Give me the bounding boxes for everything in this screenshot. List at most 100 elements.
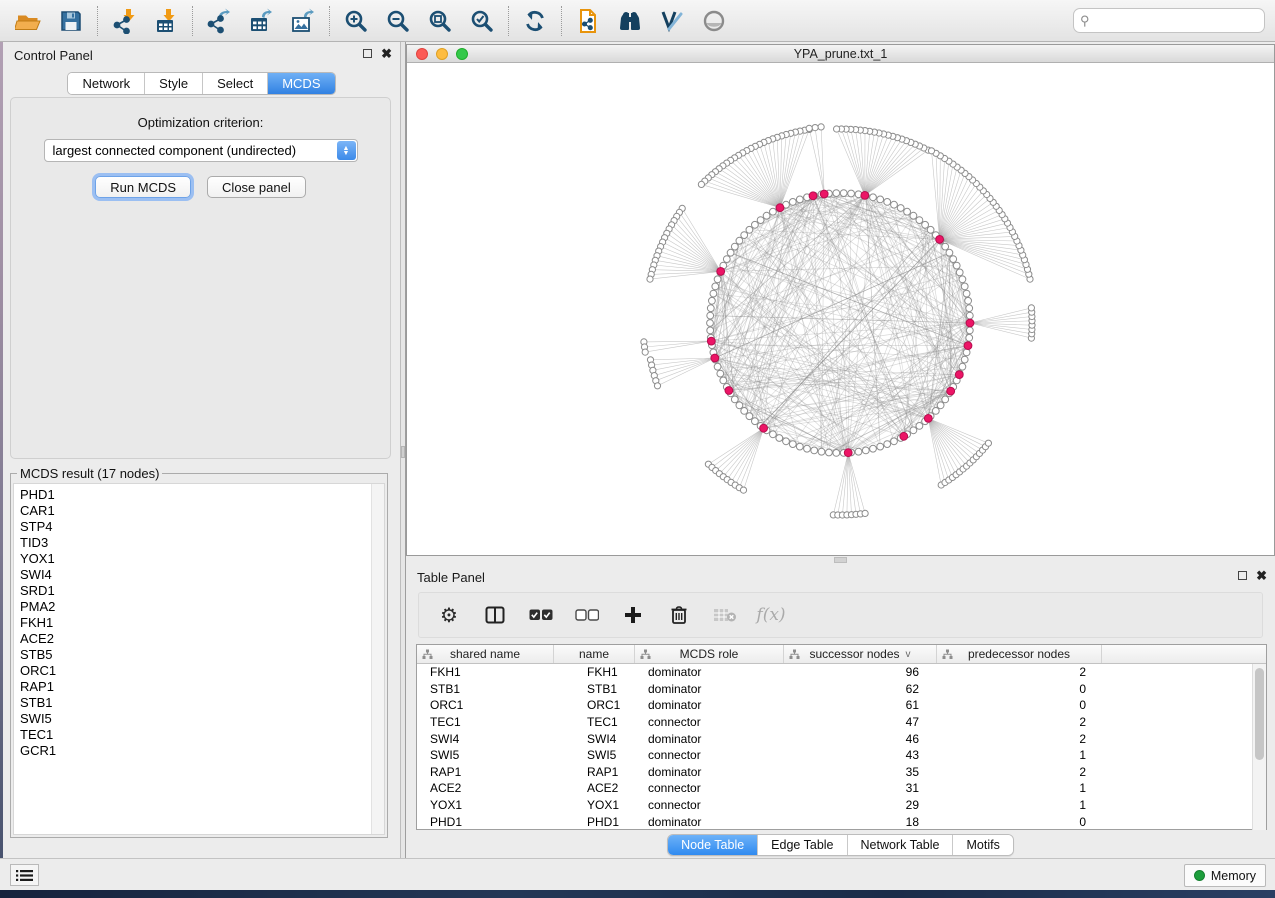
graph-node[interactable] — [891, 438, 898, 445]
minimize-window-icon[interactable] — [436, 48, 448, 60]
graph-leaf-node[interactable] — [647, 276, 653, 282]
global-search[interactable]: ⚲ — [1073, 8, 1265, 33]
graph-mcds-node[interactable] — [947, 387, 955, 395]
column-header-name[interactable]: name — [554, 645, 635, 663]
new-network-from-selection-button[interactable] — [567, 3, 609, 39]
graph-node[interactable] — [818, 448, 825, 455]
graph-node[interactable] — [763, 212, 770, 219]
close-panel-icon[interactable]: ✖ — [381, 49, 392, 58]
apply-style-button[interactable] — [651, 3, 693, 39]
graph-mcds-node[interactable] — [966, 319, 974, 327]
graph-node[interactable] — [789, 199, 796, 206]
graph-mcds-node[interactable] — [936, 236, 944, 244]
graph-node[interactable] — [776, 435, 783, 442]
graph-node[interactable] — [927, 226, 934, 233]
graph-node[interactable] — [942, 243, 949, 250]
graph-mcds-node[interactable] — [760, 424, 768, 432]
graph-node[interactable] — [932, 408, 939, 415]
graph-node[interactable] — [953, 262, 960, 269]
graph-mcds-node[interactable] — [717, 268, 725, 276]
graph-mcds-node[interactable] — [707, 337, 715, 345]
graph-node[interactable] — [811, 447, 818, 454]
graph-mcds-node[interactable] — [924, 415, 932, 423]
graph-leaf-node[interactable] — [834, 126, 840, 132]
graph-node[interactable] — [731, 243, 738, 250]
graph-node[interactable] — [959, 276, 966, 283]
table-row[interactable]: STB1STB1dominator620 — [417, 681, 1266, 698]
mcds-result-item[interactable]: PMA2 — [20, 599, 384, 615]
graph-node[interactable] — [870, 194, 877, 201]
network-canvas[interactable] — [407, 63, 1274, 555]
graph-node[interactable] — [707, 312, 714, 319]
graph-node[interactable] — [741, 232, 748, 239]
table-row[interactable]: PHD1PHD1dominator180 — [417, 813, 1266, 830]
tab-network-table[interactable]: Network Table — [848, 835, 954, 855]
zoom-fit-button[interactable] — [419, 3, 461, 39]
graph-node[interactable] — [904, 208, 911, 215]
graph-leaf-node[interactable] — [928, 148, 934, 154]
graph-leaf-node[interactable] — [642, 349, 648, 355]
graph-node[interactable] — [731, 396, 738, 403]
graph-node[interactable] — [910, 427, 917, 434]
column-header-shared-name[interactable]: shared name — [417, 645, 554, 663]
table-row[interactable]: RAP1RAP1dominator352 — [417, 764, 1266, 781]
select-all-columns-button[interactable] — [529, 603, 553, 627]
network-window-titlebar[interactable]: YPA_prune.txt_1 — [407, 45, 1274, 63]
import-table-button[interactable] — [145, 3, 187, 39]
graph-node[interactable] — [966, 327, 973, 334]
graph-node[interactable] — [946, 249, 953, 256]
graph-leaf-node[interactable] — [818, 124, 824, 130]
zoom-out-button[interactable] — [377, 3, 419, 39]
mcds-result-item[interactable]: ORC1 — [20, 663, 384, 679]
graph-node[interactable] — [717, 370, 724, 377]
mcds-result-item[interactable]: STB1 — [20, 695, 384, 711]
zoom-selected-button[interactable] — [461, 3, 503, 39]
tab-network[interactable]: Network — [68, 73, 145, 94]
mcds-result-item[interactable]: RAP1 — [20, 679, 384, 695]
graph-leaf-node[interactable] — [806, 125, 812, 131]
table-row[interactable]: ORC1ORC1dominator610 — [417, 697, 1266, 714]
graph-node[interactable] — [965, 297, 972, 304]
graph-node[interactable] — [877, 196, 884, 203]
delete-column-button[interactable] — [667, 603, 691, 627]
graph-node[interactable] — [966, 334, 973, 341]
graph-node[interactable] — [710, 290, 717, 297]
import-network-button[interactable] — [103, 3, 145, 39]
tab-style[interactable]: Style — [145, 73, 203, 94]
graph-nodes[interactable] — [641, 124, 1035, 518]
graph-mcds-node[interactable] — [725, 387, 733, 395]
graph-mcds-node[interactable] — [955, 371, 963, 379]
graph-node[interactable] — [757, 217, 764, 224]
graph-node[interactable] — [746, 413, 753, 420]
mcds-result-item[interactable]: SRD1 — [20, 583, 384, 599]
maximize-window-icon[interactable] — [456, 48, 468, 60]
graph-node[interactable] — [752, 221, 759, 228]
graph-node[interactable] — [707, 305, 714, 312]
zoom-in-button[interactable] — [335, 3, 377, 39]
graph-mcds-node[interactable] — [809, 192, 817, 200]
memory-button[interactable]: Memory — [1184, 864, 1266, 887]
column-header-predecessor-nodes[interactable]: predecessor nodes — [937, 645, 1102, 663]
tab-node-table[interactable]: Node Table — [668, 835, 758, 855]
save-button[interactable] — [50, 3, 92, 39]
graph-node[interactable] — [736, 237, 743, 244]
graph-node[interactable] — [961, 283, 968, 290]
refresh-button[interactable] — [514, 3, 556, 39]
graph-node[interactable] — [796, 196, 803, 203]
table-row[interactable]: SWI4SWI4dominator462 — [417, 730, 1266, 747]
mcds-result-item[interactable]: TEC1 — [20, 727, 384, 743]
graph-node[interactable] — [736, 402, 743, 409]
table-row[interactable]: TEC1TEC1connector472 — [417, 714, 1266, 731]
graph-node[interactable] — [723, 256, 730, 263]
graph-node[interactable] — [956, 269, 963, 276]
table-row[interactable]: FKH1FKH1dominator962 — [417, 664, 1266, 681]
graph-node[interactable] — [727, 249, 734, 256]
graph-node[interactable] — [796, 443, 803, 450]
search-network-button[interactable] — [609, 3, 651, 39]
table-row[interactable]: YOX1YOX1connector291 — [417, 797, 1266, 814]
float-panel-icon[interactable] — [363, 49, 372, 58]
scrollbar-thumb[interactable] — [1255, 668, 1264, 760]
splitter-grip[interactable] — [401, 446, 405, 458]
graph-node[interactable] — [833, 190, 840, 197]
mcds-result-item[interactable]: ACE2 — [20, 631, 384, 647]
